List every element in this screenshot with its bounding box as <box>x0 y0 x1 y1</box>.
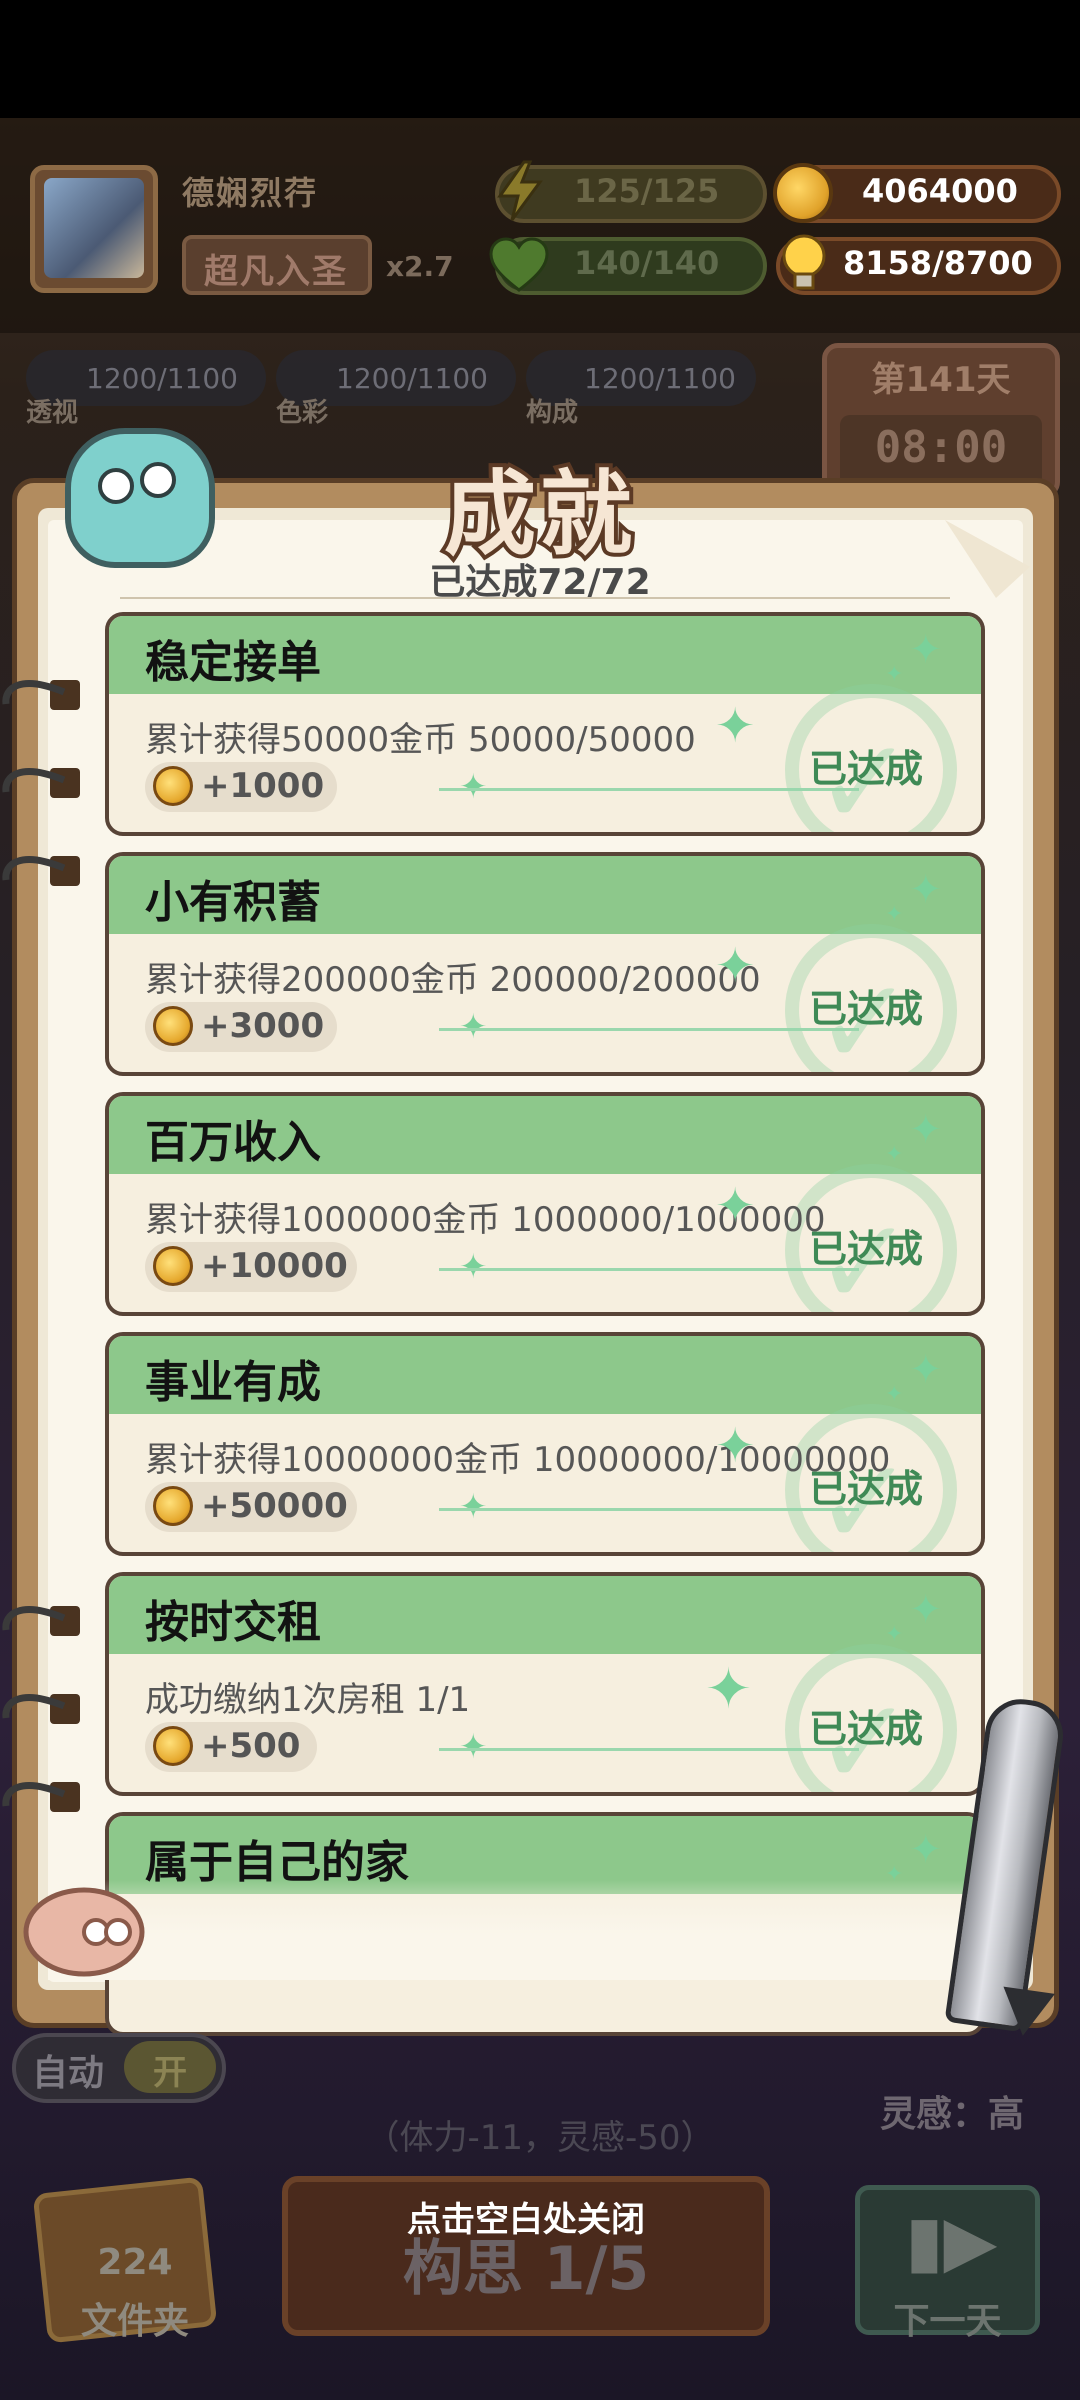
close-hint[interactable]: 点击空白处关闭 <box>282 2192 770 2241</box>
progress-line <box>439 1748 859 1751</box>
mascot-eye <box>98 468 134 504</box>
sparkle-icon: ✦ <box>715 1178 756 1234</box>
sparkle-icon: ✦ <box>715 698 756 754</box>
achievement-card[interactable]: 事业有成 ✦ ✦ ✓ 累计获得10000000金币 10000000/10000… <box>105 1332 985 1556</box>
achievement-title: 稳定接单 <box>145 637 321 688</box>
sparkle-icon: ✦ <box>909 1587 943 1633</box>
coin-icon <box>153 1246 193 1286</box>
coin-icon <box>153 1486 193 1526</box>
status-label: 已达成 <box>809 1707 924 1751</box>
stat-color-value: 1200/1100 <box>336 362 488 395</box>
coin-value: 4064000 <box>862 172 1018 210</box>
pen-tip <box>997 1986 1055 2040</box>
achievement-description: 累计获得50000金币 50000/50000 <box>145 720 696 760</box>
achievement-title: 小有积蓄 <box>145 877 321 928</box>
sparkle-icon: ✦ <box>885 1622 904 1647</box>
sparkle-icon: ✦ <box>459 1727 488 1767</box>
sparkle-icon: ✦ <box>459 1487 488 1527</box>
list-fade <box>48 1880 1023 1980</box>
energy-value: 125/125 <box>574 172 720 210</box>
achievement-title: 百万收入 <box>145 1117 321 1168</box>
achievement-card[interactable]: 稳定接单 ✦ ✦ ✓ 累计获得50000金币 50000/50000 +1000… <box>105 612 985 836</box>
title-divider <box>120 597 950 599</box>
binder-rings <box>2 680 66 1807</box>
achievement-card[interactable]: 小有积蓄 ✦ ✦ ✓ 累计获得200000金币 200000/200000 +3… <box>105 852 985 1076</box>
mascot-eye <box>140 462 176 498</box>
inspiration-status: 灵感：高 <box>880 2094 1025 2135</box>
mascot-icon <box>65 428 215 568</box>
sparkle-icon: ✦ <box>885 1142 904 1167</box>
top-hud <box>0 118 1080 333</box>
reward-amount: +1000 <box>201 766 325 806</box>
sparkle-icon: ✦ <box>885 1382 904 1407</box>
sparkle-icon: ✦ <box>909 867 943 913</box>
next-day-label: 下一天 <box>893 2301 1002 2342</box>
inspiration-value: 8158/8700 <box>843 244 1033 282</box>
achievement-title: 事业有成 <box>145 1357 321 1408</box>
rank-multiplier: x2.7 <box>386 250 454 283</box>
sparkle-icon: ✦ <box>885 902 904 927</box>
coin-icon <box>153 1726 193 1766</box>
reward-amount: +10000 <box>201 1246 348 1286</box>
sparkle-icon: ✦ <box>885 662 904 687</box>
stat-color-label: 色彩 <box>276 398 329 428</box>
sparkle-icon: ✦ <box>459 1247 488 1287</box>
progress-line <box>439 1508 859 1511</box>
ham-icon <box>22 1880 152 1980</box>
reward-amount: +3000 <box>201 1006 325 1046</box>
achievement-title: 按时交租 <box>145 1597 321 1648</box>
heart-icon <box>488 236 550 294</box>
achievement-description: 累计获得200000金币 200000/200000 <box>145 960 761 1000</box>
skip-forward-icon: ▮▶ <box>905 2200 998 2282</box>
progress-line <box>439 1028 859 1031</box>
sparkle-icon: ✦ <box>459 767 488 807</box>
auto-label: 自动 <box>32 2053 105 2094</box>
player-name: 德娴烈荇 <box>182 174 319 212</box>
lightning-icon <box>490 160 550 222</box>
folder-count: 224 <box>97 2242 173 2283</box>
stat-composition-label: 构成 <box>526 398 579 428</box>
status-label: 已达成 <box>809 987 924 1031</box>
coin-icon <box>153 766 193 806</box>
achievement-card[interactable]: 按时交租 ✦ ✦ ✓ 成功缴纳1次房租 1/1 +500 ✦ ✦ 已达成 <box>105 1572 985 1796</box>
sparkle-icon: ✦ <box>909 1827 943 1873</box>
status-label: 已达成 <box>809 1467 924 1511</box>
folder-label: 文件夹 <box>80 2301 189 2342</box>
day-number: 第141天 <box>871 360 1011 400</box>
sparkle-icon: ✦ <box>459 1007 488 1047</box>
sparkle-icon: ✦ <box>909 627 943 673</box>
progress-line <box>439 788 859 791</box>
progress-line <box>439 1268 859 1271</box>
sparkle-icon: ✦ <box>909 1347 943 1393</box>
action-cost: （体力-11，灵感-50） <box>365 2118 715 2158</box>
clock-time: 08:00 <box>874 422 1008 473</box>
sparkle-icon: ✦ <box>715 1418 756 1474</box>
sparkle-icon: ✦ <box>909 1107 943 1153</box>
sparkle-icon: ✦ <box>705 1657 752 1722</box>
reward-amount: +50000 <box>201 1486 348 1526</box>
stat-composition-value: 1200/1100 <box>584 362 736 395</box>
lightbulb-icon <box>778 232 830 298</box>
stat-perspective-value: 1200/1100 <box>86 362 238 395</box>
coin-icon <box>153 1006 193 1046</box>
rank-text: 超凡入圣 <box>204 252 348 292</box>
reward-amount: +500 <box>201 1726 301 1766</box>
status-label: 已达成 <box>809 747 924 791</box>
achievement-card[interactable]: 百万收入 ✦ ✦ ✓ 累计获得1000000金币 1000000/1000000… <box>105 1092 985 1316</box>
coin-icon <box>773 163 833 223</box>
stat-perspective-label: 透视 <box>26 398 79 428</box>
sparkle-icon: ✦ <box>715 938 756 994</box>
achievement-description: 累计获得10000000金币 10000000/10000000 <box>145 1440 891 1480</box>
auto-state: 开 <box>153 2053 187 2093</box>
status-label: 已达成 <box>809 1227 924 1271</box>
achievement-description: 成功缴纳1次房租 1/1 <box>145 1680 471 1720</box>
avatar-image <box>44 178 144 278</box>
status-bar <box>0 0 1080 118</box>
health-value: 140/140 <box>574 244 720 282</box>
